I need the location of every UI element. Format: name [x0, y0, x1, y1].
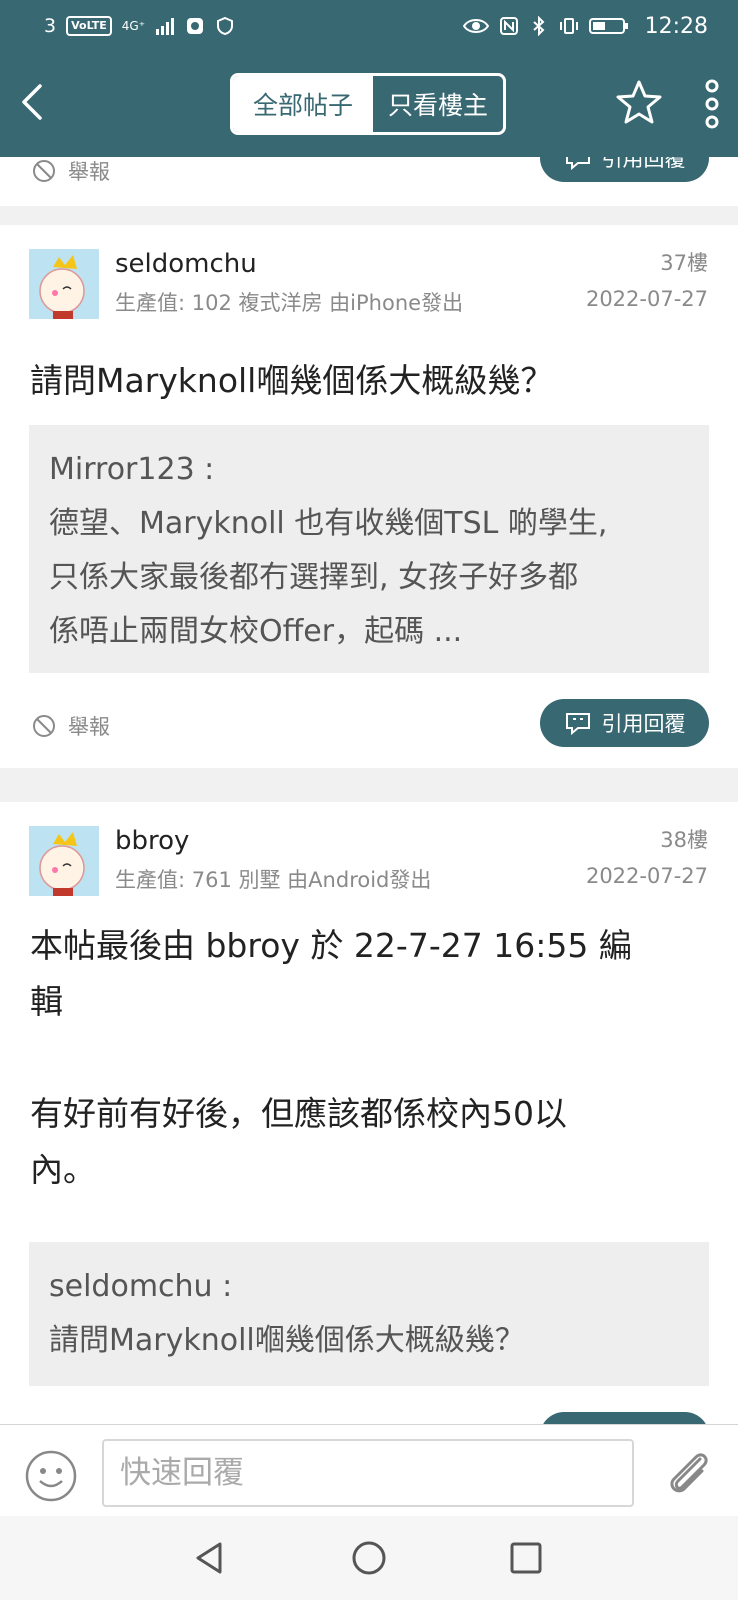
- quick-reply-input[interactable]: [102, 1439, 634, 1507]
- more-icon[interactable]: [698, 78, 726, 130]
- post-username[interactable]: bbroy: [115, 826, 189, 856]
- nfc-icon: [499, 17, 518, 35]
- thread-filter-toggle: 全部帖子 只看樓主: [230, 73, 506, 135]
- post-floor: 37樓: [660, 251, 708, 275]
- post-user-meta: 生產值: 761 別墅 由Android發出: [115, 868, 432, 892]
- status-bar: 3 VoLTE 4G⁺ 12:28: [0, 0, 738, 52]
- back-icon[interactable]: [12, 76, 52, 128]
- report-label: 舉報: [68, 160, 110, 184]
- avatar[interactable]: [29, 826, 99, 896]
- quote-reply-icon: [565, 713, 590, 735]
- report-label: 舉報: [68, 715, 110, 739]
- post-date: 2022-07-27: [585, 287, 708, 311]
- nav-home-icon[interactable]: [347, 1536, 391, 1580]
- emoji-icon[interactable]: [24, 1449, 78, 1503]
- post-card: seldomchu 生產值: 102 複式洋房 由iPhone發出 37樓 20…: [0, 225, 738, 768]
- quoted-post: Mirror123 : 德望、Maryknoll 也有收幾個TSL 啲學生, 只…: [29, 425, 709, 673]
- edit-note-line: 輯: [30, 982, 63, 1021]
- report-icon: [33, 160, 55, 182]
- post-body: 有好前有好後，但應該都係校內50以 內。: [30, 1086, 710, 1198]
- star-icon[interactable]: [614, 78, 664, 128]
- report-icon: [33, 715, 55, 737]
- quick-reply-bar: [0, 1424, 738, 1516]
- carrier-slot-label: 3: [44, 15, 57, 37]
- quote-line: 請問Maryknoll嗰幾個係大概級幾？: [49, 1323, 525, 1358]
- attach-icon[interactable]: [660, 1445, 716, 1501]
- post-edit-note: 本帖最後由 bbroy 於 22-7-27 16:55 編 輯: [30, 918, 710, 1030]
- post-body-line: 內。: [30, 1150, 96, 1189]
- report-button[interactable]: 舉報: [32, 156, 110, 186]
- quote-line: 只係大家最後都冇選擇到, 女孩子好多都: [49, 560, 579, 595]
- quote-reply-label: 引用回覆: [601, 712, 686, 736]
- bluetooth-icon: [532, 16, 545, 36]
- quote-line: 係唔止兩間女校Offer，起碼 ...: [49, 614, 463, 649]
- network-type: 4G⁺: [121, 19, 146, 33]
- vibrate-icon: [559, 18, 578, 34]
- status-time: 12:28: [644, 13, 708, 39]
- post-card: bbroy 生產值: 761 別墅 由Android發出 38樓 2022-07…: [0, 802, 738, 1452]
- quote-line: 德望、Maryknoll 也有收幾個TSL 啲學生,: [49, 506, 608, 541]
- app-notification-icon: [187, 18, 204, 34]
- volte-badge: VoLTE: [66, 16, 112, 36]
- avatar-image: [29, 826, 99, 896]
- shield-notification-icon: [217, 16, 234, 36]
- quote-author: Mirror123 :: [49, 452, 215, 487]
- eye-icon: [462, 19, 489, 33]
- quoted-post: seldomchu : 請問Maryknoll嗰幾個係大概級幾？: [29, 1242, 709, 1386]
- post-body-line: 請問Maryknoll嗰幾個係大概級幾？: [30, 361, 554, 400]
- toolbar: 全部帖子 只看樓主: [0, 52, 738, 157]
- post-user-meta: 生產值: 102 複式洋房 由iPhone發出: [115, 291, 464, 315]
- battery-icon: [588, 18, 628, 34]
- avatar[interactable]: [29, 249, 99, 319]
- system-nav-bar: [0, 1516, 738, 1600]
- tab-all-posts[interactable]: 全部帖子: [233, 76, 373, 132]
- post-username[interactable]: seldomchu: [115, 249, 257, 279]
- tab-op-only[interactable]: 只看樓主: [373, 76, 503, 132]
- nav-recents-icon[interactable]: [504, 1536, 548, 1580]
- avatar-image: [29, 249, 99, 319]
- signal-icon: [156, 18, 175, 35]
- quote-reply-button[interactable]: 引用回覆: [540, 699, 709, 747]
- post-date: 2022-07-27: [585, 864, 708, 888]
- app-header: 3 VoLTE 4G⁺ 12:28 全部帖子 只看樓主: [0, 0, 738, 157]
- quote-author: seldomchu :: [49, 1269, 233, 1304]
- post-floor: 38樓: [660, 828, 708, 852]
- edit-note-line: 本帖最後由 bbroy 於 22-7-27 16:55 編: [30, 926, 632, 965]
- post-body-line: 有好前有好後，但應該都係校內50以: [30, 1094, 567, 1133]
- nav-back-icon[interactable]: [188, 1536, 232, 1580]
- post-body: 請問Maryknoll嗰幾個係大概級幾？: [30, 353, 710, 409]
- report-button[interactable]: 舉報: [32, 711, 110, 741]
